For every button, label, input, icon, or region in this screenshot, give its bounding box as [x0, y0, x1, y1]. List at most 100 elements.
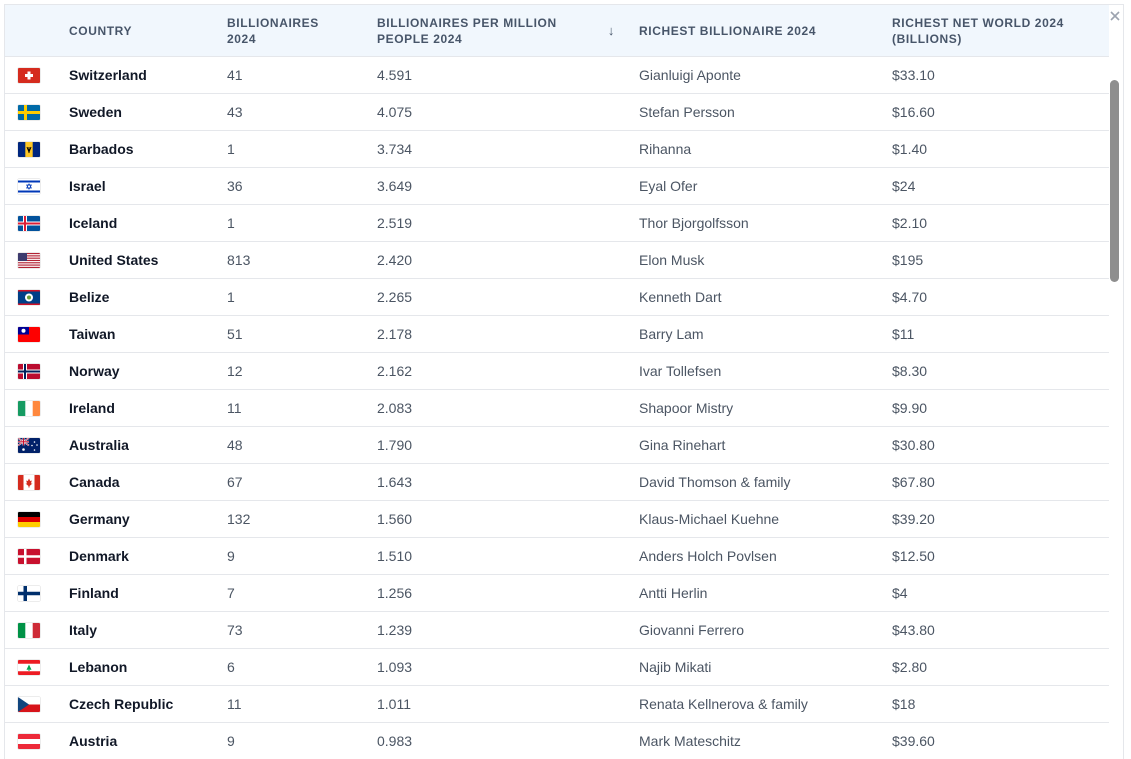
- flag-cell: [5, 585, 69, 601]
- net-worth-cell: $11: [892, 326, 915, 342]
- close-icon[interactable]: [1107, 8, 1123, 24]
- table-row[interactable]: Norway 12 2.162 Ivar Tollefsen $8.30: [5, 353, 1109, 390]
- table-row[interactable]: Denmark 9 1.510 Anders Holch Povlsen $12.50: [5, 538, 1109, 575]
- net-worth-cell: $24: [892, 178, 916, 194]
- table-row[interactable]: Taiwan 51 2.178 Barry Lam $11: [5, 316, 1109, 353]
- per-million-cell: 2.519: [377, 215, 413, 231]
- flag-cell: [5, 67, 69, 83]
- table-row[interactable]: Finland 7 1.256 Antti Herlin $4: [5, 575, 1109, 612]
- flag-cell: [5, 437, 69, 453]
- table-row[interactable]: United States 813 2.420 Elon Musk $195: [5, 242, 1109, 279]
- norway-flag-icon: [18, 363, 40, 379]
- header-billionaires-line2: 2024: [227, 31, 257, 46]
- per-million-cell: 2.083: [377, 400, 413, 416]
- header-billionaires[interactable]: BILLIONAIRES 2024: [227, 15, 377, 47]
- richest-billionaire-cell: Shapoor Mistry: [639, 400, 734, 416]
- billionaires-cell: 9: [227, 548, 235, 564]
- billionaires-cell: 813: [227, 252, 251, 268]
- flag-cell: [5, 326, 69, 342]
- table-row[interactable]: Israel 36 3.649 Eyal Ofer $24: [5, 168, 1109, 205]
- flag-cell: [5, 178, 69, 194]
- sort-down-arrow-icon[interactable]: ↓: [608, 23, 615, 39]
- table-row[interactable]: Lebanon 6 1.093 Najib Mikati $2.80: [5, 649, 1109, 686]
- net-worth-cell: $67.80: [892, 474, 935, 490]
- vertical-scrollbar-thumb[interactable]: [1110, 80, 1119, 282]
- net-worth-cell: $33.10: [892, 67, 935, 83]
- per-million-cell: 2.178: [377, 326, 413, 342]
- flag-cell: [5, 622, 69, 638]
- table-row[interactable]: Italy 73 1.239 Giovanni Ferrero $43.80: [5, 612, 1109, 649]
- country-cell: Finland: [69, 585, 119, 601]
- country-cell: Germany: [69, 511, 130, 527]
- net-worth-cell: $195: [892, 252, 924, 268]
- flag-cell: [5, 733, 69, 749]
- net-worth-cell: $4.70: [892, 289, 928, 305]
- table-body: Switzerland 41 4.591 Gianluigi Aponte $33.10…: [5, 57, 1109, 759]
- table-row[interactable]: Iceland 1 2.519 Thor Bjorgolfsson $2.10: [5, 205, 1109, 242]
- table-row[interactable]: Belize 1 2.265 Kenneth Dart $4.70: [5, 279, 1109, 316]
- country-cell: Lebanon: [69, 659, 128, 675]
- country-cell: United States: [69, 252, 159, 268]
- billionaires-table: COUNTRY BILLIONAIRES 2024 BILLIONAIRES P…: [5, 5, 1109, 759]
- net-worth-cell: $1.40: [892, 141, 928, 157]
- table-row[interactable]: Czech Republic 11 1.011 Renata Kellnerova &…: [5, 686, 1109, 723]
- richest-billionaire-cell: Klaus-Michael Kuehne: [639, 511, 780, 527]
- table-row[interactable]: Switzerland 41 4.591 Gianluigi Aponte $33.10: [5, 57, 1109, 94]
- net-worth-cell: $16.60: [892, 104, 935, 120]
- net-worth-cell: $2.10: [892, 215, 928, 231]
- table-row[interactable]: Austria 9 0.983 Mark Mateschitz $39.60: [5, 723, 1109, 759]
- table-row[interactable]: Ireland 11 2.083 Shapoor Mistry $9.90: [5, 390, 1109, 427]
- billionaires-cell: 1: [227, 215, 235, 231]
- country-cell: Italy: [69, 622, 98, 638]
- header-per-million-line2: PEOPLE 2024: [377, 31, 463, 46]
- flag-cell: [5, 696, 69, 712]
- table-row[interactable]: Australia 48 1.790 Gina Rinehart $30.80: [5, 427, 1109, 464]
- billionaires-cell: 1: [227, 289, 235, 305]
- table-row[interactable]: Germany 132 1.560 Klaus-Michael Kuehne $39.2…: [5, 501, 1109, 538]
- table-row[interactable]: Canada 67 1.643 David Thomson & family $67.8…: [5, 464, 1109, 501]
- richest-billionaire-cell: Mark Mateschitz: [639, 733, 741, 749]
- flag-cell: [5, 363, 69, 379]
- richest-billionaire-cell: Thor Bjorgolfsson: [639, 215, 749, 231]
- barbados-flag-icon: [18, 141, 40, 157]
- per-million-cell: 1.510: [377, 548, 413, 564]
- richest-billionaire-cell: Antti Herlin: [639, 585, 708, 601]
- billionaires-cell: 11: [227, 400, 242, 416]
- australia-flag-icon: [18, 437, 40, 453]
- richest-billionaire-cell: Kenneth Dart: [639, 289, 722, 305]
- czech-republic-flag-icon: [18, 696, 40, 712]
- net-worth-cell: $2.80: [892, 659, 928, 675]
- per-million-cell: 3.649: [377, 178, 413, 194]
- flag-cell: [5, 215, 69, 231]
- table-row[interactable]: Barbados 1 3.734 Rihanna $1.40: [5, 131, 1109, 168]
- per-million-cell: 0.983: [377, 733, 413, 749]
- flag-cell: [5, 104, 69, 120]
- richest-billionaire-cell: Rihanna: [639, 141, 692, 157]
- germany-flag-icon: [18, 511, 40, 527]
- table-container: COUNTRY BILLIONAIRES 2024 BILLIONAIRES P…: [4, 4, 1124, 759]
- net-worth-cell: $4: [892, 585, 908, 601]
- net-worth-cell: $39.60: [892, 733, 935, 749]
- net-worth-cell: $9.90: [892, 400, 928, 416]
- billionaires-cell: 43: [227, 104, 243, 120]
- lebanon-flag-icon: [18, 659, 40, 675]
- header-country[interactable]: COUNTRY: [69, 23, 227, 39]
- billionaires-cell: 48: [227, 437, 243, 453]
- richest-billionaire-cell: Giovanni Ferrero: [639, 622, 745, 638]
- country-cell: Czech Republic: [69, 696, 174, 712]
- austria-flag-icon: [18, 733, 40, 749]
- header-richest[interactable]: RICHEST BILLIONAIRE 2024: [639, 23, 892, 39]
- flag-cell: [5, 659, 69, 675]
- header-net-worth[interactable]: RICHEST NET WORLD 2024 (BILLIONS): [892, 15, 1109, 47]
- net-worth-cell: $43.80: [892, 622, 935, 638]
- country-cell: Denmark: [69, 548, 129, 564]
- net-worth-cell: $30.80: [892, 437, 935, 453]
- header-per-million[interactable]: BILLIONAIRES PER MILLION PEOPLE 2024 ↓: [377, 15, 639, 47]
- table-row[interactable]: Sweden 43 4.075 Stefan Persson $16.60: [5, 94, 1109, 131]
- billionaires-cell: 67: [227, 474, 243, 490]
- richest-billionaire-cell: Najib Mikati: [639, 659, 712, 675]
- billionaires-cell: 36: [227, 178, 243, 194]
- per-million-cell: 2.265: [377, 289, 413, 305]
- table-header: COUNTRY BILLIONAIRES 2024 BILLIONAIRES P…: [5, 5, 1109, 57]
- canada-flag-icon: [18, 474, 40, 490]
